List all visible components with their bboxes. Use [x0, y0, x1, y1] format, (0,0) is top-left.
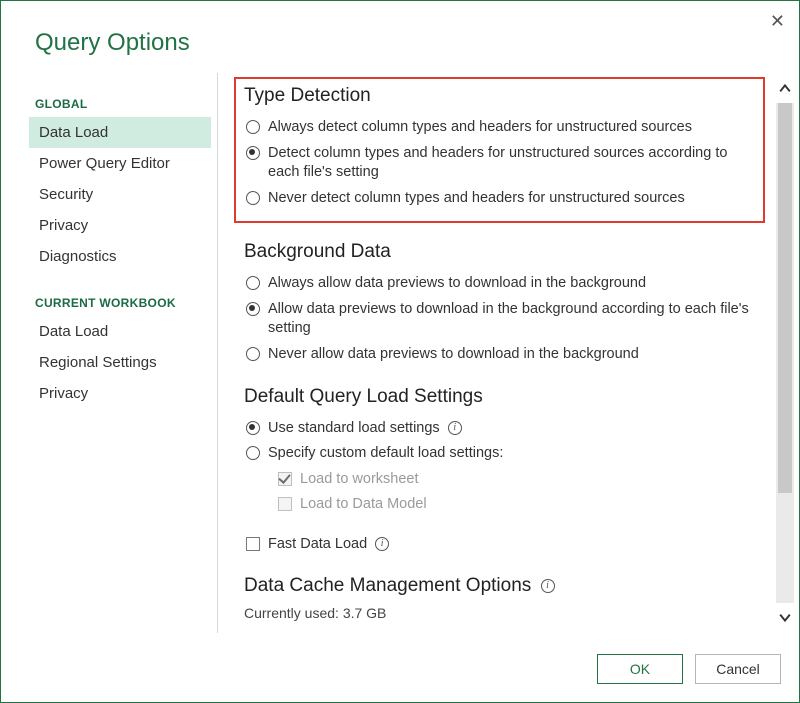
info-icon[interactable]: i — [375, 537, 389, 551]
sidebar-section-current-workbook: CURRENT WORKBOOK — [29, 290, 211, 316]
background-data-option-always[interactable]: Always allow data previews to download i… — [244, 271, 769, 297]
scroll-track[interactable] — [776, 103, 794, 603]
sidebar-item-privacy-global[interactable]: Privacy — [29, 210, 211, 241]
radio-icon — [246, 421, 260, 435]
radio-icon — [246, 191, 260, 205]
close-icon[interactable]: ✕ — [770, 11, 785, 32]
default-load-standard[interactable]: Use standard load settings i — [244, 416, 769, 442]
radio-icon — [246, 446, 260, 460]
sidebar-item-security[interactable]: Security — [29, 179, 211, 210]
checkbox-icon — [278, 497, 292, 511]
cache-current-usage: Currently used: 3.7 GB — [244, 605, 769, 621]
fast-data-load-checkbox[interactable]: Fast Data Load i — [244, 532, 769, 558]
vertical-divider — [217, 73, 218, 633]
settings-pane: Type Detection Always detect column type… — [224, 73, 775, 633]
background-data-group: Background Data Always allow data previe… — [244, 241, 769, 367]
default-load-group: Default Query Load Settings Use standard… — [244, 386, 769, 558]
cancel-button[interactable]: Cancel — [695, 654, 781, 684]
sidebar-item-diagnostics[interactable]: Diagnostics — [29, 241, 211, 272]
radio-icon — [246, 347, 260, 361]
load-to-data-model-checkbox: Load to Data Model — [244, 492, 769, 518]
sidebar-item-power-query-editor[interactable]: Power Query Editor — [29, 148, 211, 179]
sidebar-item-regional-settings[interactable]: Regional Settings — [29, 347, 211, 378]
dialog-title: Query Options — [1, 1, 799, 73]
radio-icon — [246, 146, 260, 160]
cache-group: Data Cache Management Options i Currentl… — [244, 575, 769, 621]
info-icon[interactable]: i — [448, 421, 462, 435]
checkbox-icon — [246, 537, 260, 551]
sidebar-section-global: GLOBAL — [29, 91, 211, 117]
checkbox-icon — [278, 472, 292, 486]
sidebar: GLOBAL Data Load Power Query Editor Secu… — [29, 73, 217, 633]
info-icon[interactable]: i — [541, 579, 555, 593]
default-load-custom[interactable]: Specify custom default load settings: — [244, 441, 769, 467]
vertical-scrollbar[interactable] — [775, 73, 799, 633]
sidebar-item-global-data-load[interactable]: Data Load — [29, 117, 211, 148]
radio-icon — [246, 276, 260, 290]
cache-title: Data Cache Management Options i — [244, 575, 769, 597]
load-to-worksheet-checkbox: Load to worksheet — [244, 467, 769, 493]
type-detection-group: Type Detection Always detect column type… — [234, 77, 765, 223]
scroll-down-arrow-icon[interactable] — [776, 607, 794, 627]
radio-icon — [246, 302, 260, 316]
dialog-footer: OK Cancel — [597, 654, 781, 684]
type-detection-option-always[interactable]: Always detect column types and headers f… — [244, 115, 755, 141]
radio-icon — [246, 120, 260, 134]
type-detection-title: Type Detection — [244, 85, 755, 107]
default-load-title: Default Query Load Settings — [244, 386, 769, 408]
scroll-up-arrow-icon[interactable] — [776, 79, 794, 99]
background-data-title: Background Data — [244, 241, 769, 263]
ok-button[interactable]: OK — [597, 654, 683, 684]
background-data-option-per-file[interactable]: Allow data previews to download in the b… — [244, 297, 769, 342]
type-detection-option-per-file[interactable]: Detect column types and headers for unst… — [244, 141, 755, 186]
background-data-option-never[interactable]: Never allow data previews to download in… — [244, 342, 769, 368]
sidebar-item-privacy-workbook[interactable]: Privacy — [29, 378, 211, 409]
type-detection-option-never[interactable]: Never detect column types and headers fo… — [244, 186, 755, 212]
scroll-thumb[interactable] — [778, 103, 792, 493]
sidebar-item-workbook-data-load[interactable]: Data Load — [29, 316, 211, 347]
query-options-dialog: ✕ Query Options GLOBAL Data Load Power Q… — [0, 0, 800, 703]
